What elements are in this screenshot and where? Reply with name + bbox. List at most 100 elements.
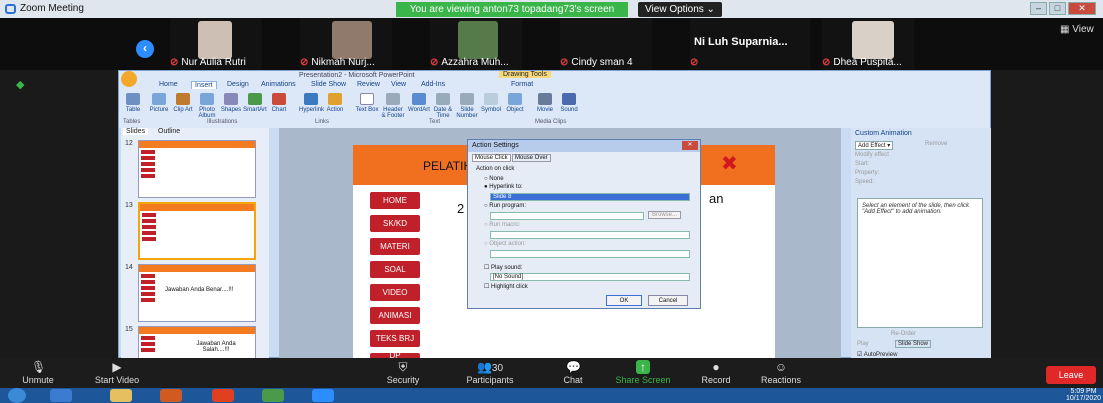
start-video-button[interactable]: ▶ Start Video [90, 358, 144, 385]
menu-button-video[interactable]: VIDEO [370, 284, 420, 301]
view-options-button[interactable]: View Options ⌄ [638, 2, 722, 17]
tab-design[interactable]: Design [227, 81, 249, 88]
close-window-button[interactable]: ✕ [1068, 2, 1096, 15]
group-label-text: Text [429, 119, 441, 125]
play-sound-checkbox[interactable]: ☐ Play sound: [484, 264, 522, 271]
reactions-button[interactable]: ☺ Reactions [756, 358, 806, 385]
shapes-button[interactable]: Shapes [219, 93, 243, 113]
hyperlink-select[interactable]: Slide 8 [490, 193, 690, 201]
tab-slide-show[interactable]: Slide Show [311, 81, 346, 88]
text-box-button[interactable]: Text Box [355, 93, 379, 113]
security-button[interactable]: ⛨ Security [378, 358, 428, 385]
photo-album-button[interactable]: Photo Album [195, 93, 219, 119]
animation-list[interactable]: Select an element of the slide, then cli… [857, 198, 983, 328]
grid-icon: ▦ [1060, 24, 1073, 35]
radio-run-program[interactable]: ○ Run program: [484, 203, 526, 209]
maximize-button[interactable]: □ [1049, 2, 1066, 15]
symbol-button[interactable]: Symbol [479, 93, 503, 113]
tab-view[interactable]: View [391, 81, 406, 88]
participant-tile[interactable]: ⊘ Cindy sman 4 [560, 18, 652, 70]
share-screen-button[interactable]: ↑ Share Screen [612, 358, 674, 385]
tab-slides[interactable]: Slides [123, 128, 149, 135]
clip-art-button[interactable]: Clip Art [171, 93, 195, 113]
menu-button-teks[interactable]: TEKS BRJ [370, 330, 420, 347]
object-action-field[interactable] [490, 250, 690, 258]
office-button[interactable] [121, 71, 137, 87]
radio-object-action[interactable]: ○ Object action: [484, 241, 526, 247]
table-button[interactable]: Table [121, 93, 145, 113]
tab-mouse-click[interactable]: Mouse Click [472, 154, 511, 162]
tab-add-ins[interactable]: Add-Ins [421, 81, 445, 88]
ie-icon[interactable] [50, 389, 72, 402]
participant-tile[interactable]: Ni Luh Suparnia... ⊘ [690, 18, 810, 70]
close-x-icon[interactable]: ✖ [721, 151, 738, 176]
radio-hyperlink[interactable]: ● Hyperlink to: [484, 184, 523, 190]
slide-thumbnail-selected[interactable] [138, 202, 256, 260]
view-button[interactable]: ▦ View [1060, 24, 1094, 35]
start-button[interactable] [8, 388, 26, 403]
zoom-taskbar-icon[interactable] [312, 389, 334, 402]
participant-name: Nikmah Nurj... [311, 57, 375, 68]
gallery-prev-button[interactable]: ‹ [136, 40, 154, 58]
remove-button[interactable]: Remove [925, 141, 947, 147]
leave-button[interactable]: Leave [1046, 366, 1096, 384]
slide-show-button[interactable]: Slide Show [895, 340, 932, 348]
cancel-button[interactable]: Cancel [648, 295, 688, 306]
tab-outline[interactable]: Outline [155, 128, 183, 135]
add-effect-button[interactable]: Add Effect ▾ [855, 141, 894, 150]
participant-tile[interactable]: ⊘ Azzahra Muh... [430, 18, 522, 70]
radio-run-macro[interactable]: ○ Run macro: [484, 222, 520, 228]
tab-animations[interactable]: Animations [261, 81, 296, 88]
picture-button[interactable]: Picture [147, 93, 171, 113]
slide-canvas[interactable]: PELATIHAN PEMBUATAN SLIDE ▲ ✖ HOME SK/KD… [353, 139, 775, 359]
dialog-close-icon[interactable]: ✕ [682, 141, 698, 150]
chart-button[interactable]: Chart [267, 93, 291, 113]
participant-tile[interactable]: ⊘ Dhea Puspita... [822, 18, 914, 70]
menu-button-materi[interactable]: MATERI [370, 238, 420, 255]
action-button[interactable]: Action [323, 93, 347, 113]
menu-button-soal[interactable]: SOAL [370, 261, 420, 278]
firefox-icon[interactable] [212, 389, 234, 402]
tab-home[interactable]: Home [159, 81, 178, 88]
highlight-click-checkbox[interactable]: ☐ Highlight click [484, 283, 528, 290]
chrome-icon[interactable] [262, 389, 284, 402]
slides-panel: Slides Outline 12 13 14 Jawaban Anda Ben… [121, 128, 269, 359]
slide-number-button[interactable]: Slide Number [455, 93, 479, 119]
smartart-button[interactable]: SmartArt [243, 93, 267, 113]
record-button[interactable]: ● Record [698, 358, 734, 385]
radio-none[interactable]: ○ None [484, 176, 504, 182]
date-time-button[interactable]: Date & Time [431, 93, 455, 119]
participant-name: Dhea Puspita... [833, 57, 902, 68]
header-footer-button[interactable]: Header & Footer [381, 93, 405, 119]
object-button[interactable]: Object [503, 93, 527, 113]
explorer-icon[interactable] [110, 389, 132, 402]
office-icon[interactable] [160, 389, 182, 402]
tab-insert[interactable]: Insert [191, 81, 217, 89]
slide-thumbnail[interactable]: Jawaban Anda Benar....!!! [138, 264, 256, 322]
slide-thumbnail[interactable] [138, 140, 256, 198]
autopreview-checkbox[interactable]: ☑ AutoPreview [857, 351, 897, 358]
run-program-field[interactable] [490, 212, 644, 220]
browse-button[interactable]: Browse... [648, 211, 682, 219]
wordart-button[interactable]: WordArt [407, 93, 431, 113]
minimize-button[interactable]: – [1030, 2, 1047, 15]
movie-button[interactable]: Movie [533, 93, 557, 113]
participants-button[interactable]: 👥30 Participants [462, 358, 518, 385]
menu-button-home[interactable]: HOME [370, 192, 420, 209]
sound-button[interactable]: Sound [557, 93, 581, 113]
menu-button-animasi[interactable]: ANIMASI [370, 307, 420, 324]
tab-review[interactable]: Review [357, 81, 380, 88]
unmute-button[interactable]: 🎙 Unmute [18, 358, 58, 385]
tab-mouse-over[interactable]: Mouse Over [512, 154, 551, 162]
sound-select[interactable]: [No Sound] [490, 273, 690, 281]
run-macro-field[interactable] [490, 231, 690, 239]
tab-format[interactable]: Format [511, 81, 533, 88]
play-button[interactable]: Play [857, 341, 869, 347]
participant-tile[interactable]: ⊘ Nikmah Nurj... [300, 18, 392, 70]
ok-button[interactable]: OK [606, 295, 642, 306]
menu-button-skkd[interactable]: SK/KD [370, 215, 420, 232]
slide-thumbnail[interactable]: Jawaban Anda Salah....!!! [138, 326, 256, 359]
hyperlink-button[interactable]: Hyperlink [299, 93, 324, 113]
chat-button[interactable]: 💬 Chat [558, 358, 588, 385]
participant-tile[interactable]: ⊘ Nur Aulia Rutri [170, 18, 262, 70]
